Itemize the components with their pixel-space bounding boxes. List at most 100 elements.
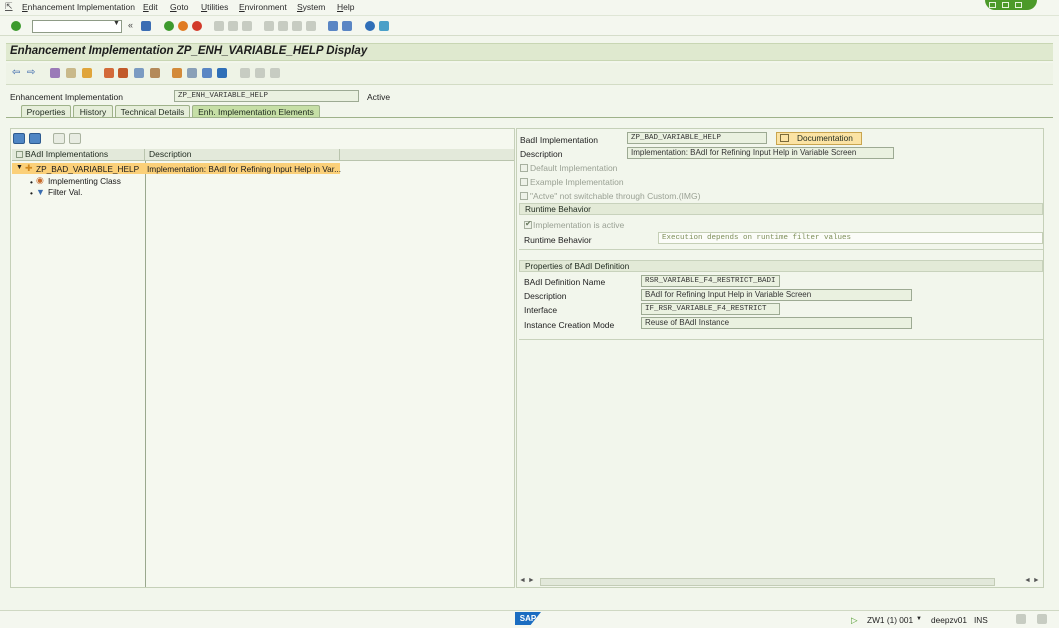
tree-root-description: Implementation: BAdI for Refining Input … xyxy=(147,164,342,174)
maximize-icon[interactable] xyxy=(1002,2,1009,8)
back-arrow-icon[interactable]: ⇦ xyxy=(12,67,20,78)
tree-root-name[interactable]: ZP_BAD_VARIABLE_HELP xyxy=(36,164,139,174)
copy-icon[interactable] xyxy=(255,68,265,78)
default-impl-label: Default Implementation xyxy=(530,163,618,173)
example-impl-label: Example Implementation xyxy=(530,177,624,187)
instance-mode-field[interactable]: Reuse of BAdI Instance xyxy=(641,317,912,329)
previous-page-icon[interactable] xyxy=(278,21,288,31)
menu-utilities[interactable]: Utilities xyxy=(201,2,228,12)
last-page-icon[interactable] xyxy=(306,21,316,31)
expand-all-icon[interactable] xyxy=(13,133,25,144)
menu-enhancement-implementation[interactable]: Enhancement Implementation xyxy=(22,2,135,12)
play-icon[interactable]: ▷ xyxy=(851,615,857,625)
enh-impl-label: Enhancement Implementation xyxy=(10,92,123,102)
interface-label: Interface xyxy=(524,305,558,315)
print-icon[interactable] xyxy=(214,21,224,31)
def-name-field[interactable]: RSR_VARIABLE_F4_RESTRICT_BADI xyxy=(641,275,780,287)
column-divider xyxy=(145,161,146,587)
scroll-left-icon[interactable]: ◄ ► xyxy=(519,577,535,584)
impl-active-label: Implementation is active xyxy=(533,220,625,230)
menu-goto[interactable]: Goto xyxy=(170,2,188,12)
lock-icon[interactable] xyxy=(1037,614,1047,624)
runtime-behavior-field[interactable]: Execution depends on runtime filter valu… xyxy=(658,232,1043,244)
collapse-all-icon[interactable] xyxy=(29,133,41,144)
menu-system[interactable]: System xyxy=(297,2,325,12)
bullet-icon: • xyxy=(30,177,33,187)
other-object-icon[interactable] xyxy=(66,68,76,78)
runtime-group-header: Runtime Behavior xyxy=(519,203,1043,215)
instance-mode-label: Instance Creation Mode xyxy=(524,320,615,330)
minimize-icon[interactable] xyxy=(989,2,996,8)
save-icon[interactable] xyxy=(141,21,151,31)
forward-arrow-icon[interactable]: ⇨ xyxy=(27,67,35,78)
status-icon[interactable] xyxy=(1016,614,1026,624)
find-icon[interactable] xyxy=(228,21,238,31)
window-controls[interactable] xyxy=(985,0,1037,10)
exit-icon[interactable] xyxy=(178,21,188,31)
badi-impl-field[interactable]: ZP_BAD_VARIABLE_HELP xyxy=(627,132,767,144)
find-next-icon[interactable] xyxy=(242,21,252,31)
description-column-header[interactable]: Description xyxy=(145,149,340,161)
activate-icon[interactable] xyxy=(104,68,114,78)
scroll-right-icon[interactable]: ◄ ► xyxy=(1024,577,1040,584)
status-text: Active xyxy=(367,92,391,102)
tree-col-label: BAdI Implementations xyxy=(25,149,109,159)
check-icon[interactable] xyxy=(82,68,92,78)
layout-icon[interactable] xyxy=(379,21,389,31)
filter-icon: ▼ xyxy=(36,187,45,197)
menu-help[interactable]: Help xyxy=(337,2,354,12)
chevron-down-icon[interactable]: ▼ xyxy=(113,20,120,27)
tree-item-filter-val[interactable]: Filter Val. xyxy=(48,187,82,197)
documentation-button[interactable]: Documentation xyxy=(776,132,862,145)
tree-column-header[interactable]: BAdI Implementations xyxy=(12,149,145,161)
menu-environment[interactable]: Environment xyxy=(239,2,287,12)
enter-icon[interactable] xyxy=(11,21,21,31)
tree-item-implementing-class[interactable]: Implementing Class xyxy=(48,176,121,186)
enh-impl-field[interactable]: ZP_ENH_VARIABLE_HELP xyxy=(174,90,359,102)
display-change-icon[interactable] xyxy=(50,68,60,78)
default-impl-checkbox[interactable] xyxy=(520,164,528,172)
cancel-icon[interactable] xyxy=(192,21,202,31)
page-title: Enhancement Implementation ZP_ENH_VARIAB… xyxy=(10,45,368,57)
close-icon[interactable] xyxy=(1015,2,1022,8)
impl-active-checkbox[interactable] xyxy=(524,219,532,229)
custom-switch-checkbox[interactable] xyxy=(520,192,528,200)
paste-icon[interactable] xyxy=(270,68,280,78)
help-icon[interactable] xyxy=(365,21,375,31)
shortcut-icon[interactable] xyxy=(342,21,352,31)
document-icon xyxy=(780,134,789,142)
new-session-icon[interactable] xyxy=(328,21,338,31)
def-name-label: BAdI Definition Name xyxy=(524,277,606,287)
def-desc-field[interactable]: BAdI for Refining Input Help in Variable… xyxy=(641,289,912,301)
pencil-icon[interactable] xyxy=(118,68,128,78)
group-divider xyxy=(519,339,1043,340)
menu-edit[interactable]: Edit xyxy=(143,2,158,12)
delete-icon[interactable] xyxy=(69,133,81,144)
first-page-icon[interactable] xyxy=(264,21,274,31)
standard-toolbar xyxy=(0,16,1059,36)
create-icon[interactable] xyxy=(53,133,65,144)
hierarchy-icon[interactable] xyxy=(172,68,182,78)
collapse-node-icon[interactable]: ▼ xyxy=(16,164,23,171)
window-icon[interactable] xyxy=(202,68,212,78)
description-field[interactable]: Implementation: BAdI for Refining Input … xyxy=(627,147,894,159)
horizontal-scrollbar[interactable] xyxy=(540,578,995,586)
command-field[interactable] xyxy=(32,20,122,33)
tab-divider xyxy=(6,117,1053,118)
collapse-icon[interactable]: « xyxy=(128,20,133,30)
info-icon[interactable] xyxy=(217,68,227,78)
description-label: Description xyxy=(520,149,563,159)
interface-field[interactable]: IF_RSR_VARIABLE_F4_RESTRICT xyxy=(641,303,780,315)
bullet-icon: • xyxy=(30,188,33,198)
object-list-icon[interactable] xyxy=(150,68,160,78)
cut-icon[interactable] xyxy=(240,68,250,78)
chevron-down-icon[interactable]: ▼ xyxy=(916,616,922,622)
tree-pane xyxy=(10,128,515,588)
menu-exit-icon[interactable]: ⇱ xyxy=(5,1,13,12)
navigation-icon[interactable] xyxy=(187,68,197,78)
where-used-icon[interactable] xyxy=(134,68,144,78)
group-divider xyxy=(519,249,1043,250)
example-impl-checkbox[interactable] xyxy=(520,178,528,186)
back-icon[interactable] xyxy=(164,21,174,31)
next-page-icon[interactable] xyxy=(292,21,302,31)
